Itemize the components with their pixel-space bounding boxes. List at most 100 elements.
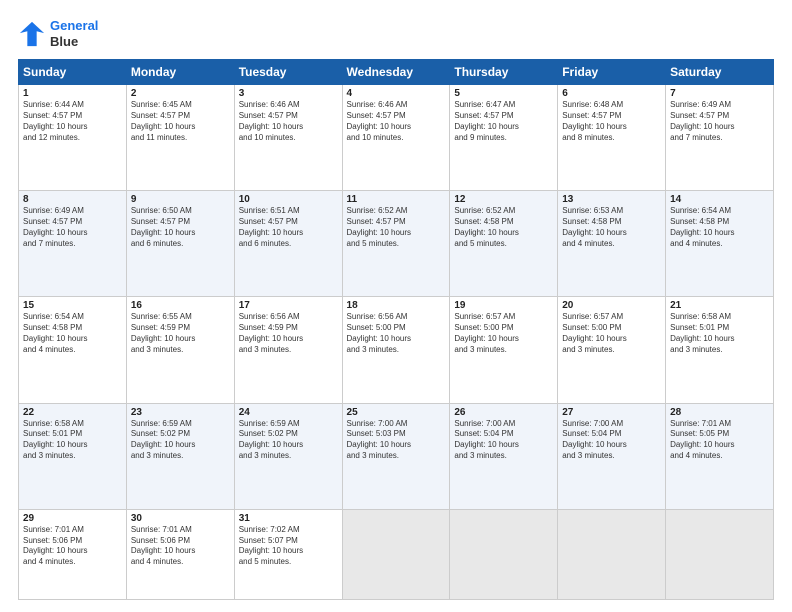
calendar-cell: 21Sunrise: 6:58 AMSunset: 5:01 PMDayligh…: [666, 297, 774, 403]
calendar-day-header: Tuesday: [234, 60, 342, 85]
cell-details: Sunrise: 7:00 AMSunset: 5:04 PMDaylight:…: [562, 419, 661, 462]
day-number: 11: [347, 194, 446, 205]
day-number: 31: [239, 513, 338, 524]
calendar-day-header: Monday: [126, 60, 234, 85]
day-number: 21: [670, 300, 769, 311]
cell-details: Sunrise: 6:59 AMSunset: 5:02 PMDaylight:…: [239, 419, 338, 462]
calendar-cell: 11Sunrise: 6:52 AMSunset: 4:57 PMDayligh…: [342, 191, 450, 297]
page: General Blue SundayMondayTuesdayWednesda…: [0, 0, 792, 612]
calendar-cell: 14Sunrise: 6:54 AMSunset: 4:58 PMDayligh…: [666, 191, 774, 297]
calendar-cell: 29Sunrise: 7:01 AMSunset: 5:06 PMDayligh…: [19, 509, 127, 599]
cell-details: Sunrise: 7:00 AMSunset: 5:04 PMDaylight:…: [454, 419, 553, 462]
calendar-body: 1Sunrise: 6:44 AMSunset: 4:57 PMDaylight…: [19, 85, 774, 600]
day-number: 30: [131, 513, 230, 524]
calendar-cell: 15Sunrise: 6:54 AMSunset: 4:58 PMDayligh…: [19, 297, 127, 403]
cell-details: Sunrise: 6:52 AMSunset: 4:58 PMDaylight:…: [454, 206, 553, 249]
calendar-week-row: 8Sunrise: 6:49 AMSunset: 4:57 PMDaylight…: [19, 191, 774, 297]
calendar-cell: 25Sunrise: 7:00 AMSunset: 5:03 PMDayligh…: [342, 403, 450, 509]
day-number: 6: [562, 88, 661, 99]
calendar-cell: 19Sunrise: 6:57 AMSunset: 5:00 PMDayligh…: [450, 297, 558, 403]
cell-details: Sunrise: 6:54 AMSunset: 4:58 PMDaylight:…: [670, 206, 769, 249]
day-number: 10: [239, 194, 338, 205]
cell-details: Sunrise: 6:45 AMSunset: 4:57 PMDaylight:…: [131, 100, 230, 143]
cell-details: Sunrise: 6:53 AMSunset: 4:58 PMDaylight:…: [562, 206, 661, 249]
calendar-cell: [342, 509, 450, 599]
calendar-cell: [450, 509, 558, 599]
day-number: 20: [562, 300, 661, 311]
cell-details: Sunrise: 6:58 AMSunset: 5:01 PMDaylight:…: [23, 419, 122, 462]
cell-details: Sunrise: 7:00 AMSunset: 5:03 PMDaylight:…: [347, 419, 446, 462]
calendar-cell: [666, 509, 774, 599]
day-number: 14: [670, 194, 769, 205]
day-number: 8: [23, 194, 122, 205]
day-number: 9: [131, 194, 230, 205]
header: General Blue: [18, 18, 774, 49]
cell-details: Sunrise: 6:54 AMSunset: 4:58 PMDaylight:…: [23, 312, 122, 355]
day-number: 27: [562, 407, 661, 418]
day-number: 18: [347, 300, 446, 311]
cell-details: Sunrise: 6:56 AMSunset: 5:00 PMDaylight:…: [347, 312, 446, 355]
day-number: 2: [131, 88, 230, 99]
day-number: 23: [131, 407, 230, 418]
calendar-cell: 12Sunrise: 6:52 AMSunset: 4:58 PMDayligh…: [450, 191, 558, 297]
cell-details: Sunrise: 7:02 AMSunset: 5:07 PMDaylight:…: [239, 525, 338, 568]
calendar-cell: 17Sunrise: 6:56 AMSunset: 4:59 PMDayligh…: [234, 297, 342, 403]
calendar-cell: 4Sunrise: 6:46 AMSunset: 4:57 PMDaylight…: [342, 85, 450, 191]
calendar-cell: 1Sunrise: 6:44 AMSunset: 4:57 PMDaylight…: [19, 85, 127, 191]
logo-text: General Blue: [50, 18, 98, 49]
cell-details: Sunrise: 6:57 AMSunset: 5:00 PMDaylight:…: [454, 312, 553, 355]
calendar-cell: 5Sunrise: 6:47 AMSunset: 4:57 PMDaylight…: [450, 85, 558, 191]
day-number: 5: [454, 88, 553, 99]
calendar-cell: 24Sunrise: 6:59 AMSunset: 5:02 PMDayligh…: [234, 403, 342, 509]
cell-details: Sunrise: 6:57 AMSunset: 5:00 PMDaylight:…: [562, 312, 661, 355]
cell-details: Sunrise: 6:49 AMSunset: 4:57 PMDaylight:…: [23, 206, 122, 249]
day-number: 26: [454, 407, 553, 418]
calendar-cell: 27Sunrise: 7:00 AMSunset: 5:04 PMDayligh…: [558, 403, 666, 509]
cell-details: Sunrise: 6:47 AMSunset: 4:57 PMDaylight:…: [454, 100, 553, 143]
day-number: 19: [454, 300, 553, 311]
logo: General Blue: [18, 18, 98, 49]
calendar-header-row: SundayMondayTuesdayWednesdayThursdayFrid…: [19, 60, 774, 85]
calendar-cell: 23Sunrise: 6:59 AMSunset: 5:02 PMDayligh…: [126, 403, 234, 509]
day-number: 29: [23, 513, 122, 524]
calendar-cell: 30Sunrise: 7:01 AMSunset: 5:06 PMDayligh…: [126, 509, 234, 599]
day-number: 7: [670, 88, 769, 99]
calendar-cell: 28Sunrise: 7:01 AMSunset: 5:05 PMDayligh…: [666, 403, 774, 509]
calendar-cell: 8Sunrise: 6:49 AMSunset: 4:57 PMDaylight…: [19, 191, 127, 297]
calendar-cell: 9Sunrise: 6:50 AMSunset: 4:57 PMDaylight…: [126, 191, 234, 297]
cell-details: Sunrise: 6:55 AMSunset: 4:59 PMDaylight:…: [131, 312, 230, 355]
calendar-week-row: 1Sunrise: 6:44 AMSunset: 4:57 PMDaylight…: [19, 85, 774, 191]
cell-details: Sunrise: 6:52 AMSunset: 4:57 PMDaylight:…: [347, 206, 446, 249]
calendar-cell: 26Sunrise: 7:00 AMSunset: 5:04 PMDayligh…: [450, 403, 558, 509]
cell-details: Sunrise: 6:48 AMSunset: 4:57 PMDaylight:…: [562, 100, 661, 143]
cell-details: Sunrise: 7:01 AMSunset: 5:06 PMDaylight:…: [23, 525, 122, 568]
logo-icon: [18, 20, 46, 48]
cell-details: Sunrise: 6:51 AMSunset: 4:57 PMDaylight:…: [239, 206, 338, 249]
day-number: 4: [347, 88, 446, 99]
cell-details: Sunrise: 6:46 AMSunset: 4:57 PMDaylight:…: [347, 100, 446, 143]
day-number: 1: [23, 88, 122, 99]
calendar-cell: 10Sunrise: 6:51 AMSunset: 4:57 PMDayligh…: [234, 191, 342, 297]
day-number: 15: [23, 300, 122, 311]
calendar-day-header: Wednesday: [342, 60, 450, 85]
calendar-cell: 18Sunrise: 6:56 AMSunset: 5:00 PMDayligh…: [342, 297, 450, 403]
calendar-cell: 2Sunrise: 6:45 AMSunset: 4:57 PMDaylight…: [126, 85, 234, 191]
calendar-cell: 16Sunrise: 6:55 AMSunset: 4:59 PMDayligh…: [126, 297, 234, 403]
calendar-cell: [558, 509, 666, 599]
calendar-cell: 22Sunrise: 6:58 AMSunset: 5:01 PMDayligh…: [19, 403, 127, 509]
day-number: 3: [239, 88, 338, 99]
calendar-cell: 13Sunrise: 6:53 AMSunset: 4:58 PMDayligh…: [558, 191, 666, 297]
day-number: 13: [562, 194, 661, 205]
calendar-week-row: 15Sunrise: 6:54 AMSunset: 4:58 PMDayligh…: [19, 297, 774, 403]
calendar-day-header: Friday: [558, 60, 666, 85]
calendar-cell: 3Sunrise: 6:46 AMSunset: 4:57 PMDaylight…: [234, 85, 342, 191]
day-number: 24: [239, 407, 338, 418]
calendar-cell: 20Sunrise: 6:57 AMSunset: 5:00 PMDayligh…: [558, 297, 666, 403]
cell-details: Sunrise: 6:49 AMSunset: 4:57 PMDaylight:…: [670, 100, 769, 143]
calendar-table: SundayMondayTuesdayWednesdayThursdayFrid…: [18, 59, 774, 600]
calendar-day-header: Thursday: [450, 60, 558, 85]
calendar-week-row: 29Sunrise: 7:01 AMSunset: 5:06 PMDayligh…: [19, 509, 774, 599]
calendar-cell: 6Sunrise: 6:48 AMSunset: 4:57 PMDaylight…: [558, 85, 666, 191]
cell-details: Sunrise: 7:01 AMSunset: 5:05 PMDaylight:…: [670, 419, 769, 462]
day-number: 28: [670, 407, 769, 418]
